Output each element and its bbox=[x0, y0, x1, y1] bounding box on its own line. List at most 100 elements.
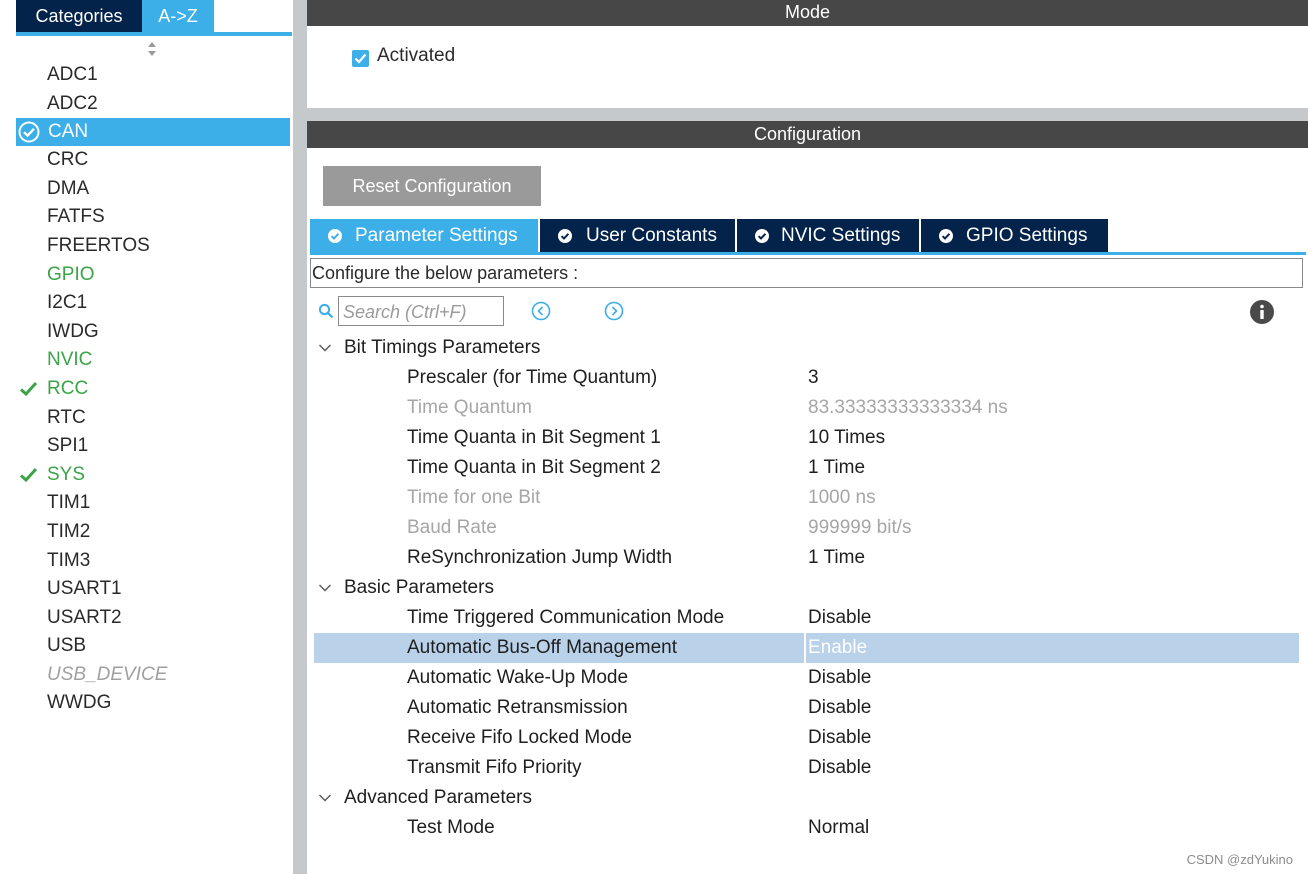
peripheral-item[interactable]: GPIO bbox=[16, 261, 290, 290]
parameter-row[interactable]: Time Quantum 83.33333333333334 ns bbox=[314, 393, 1298, 423]
check-circle-icon bbox=[328, 229, 342, 243]
tab-categories[interactable]: Categories bbox=[16, 0, 142, 32]
parameter-row[interactable]: Transmit Fifo Priority Disable bbox=[314, 753, 1298, 783]
peripheral-list: ADC1 ADC2 CAN CRC DMA FATFS FREERTOS GPIO I2C1 IW… bbox=[16, 61, 290, 718]
parameter-value[interactable]: 1 Time bbox=[808, 543, 865, 573]
chevron-down-icon[interactable] bbox=[318, 583, 332, 593]
parameter-row[interactable]: Time Quanta in Bit Segment 1 10 Times bbox=[314, 423, 1298, 453]
peripheral-label: RCC bbox=[47, 377, 89, 399]
peripheral-item[interactable]: TIM2 bbox=[16, 518, 290, 547]
peripheral-item[interactable]: DMA bbox=[16, 175, 290, 204]
peripheral-item[interactable]: IWDG bbox=[16, 318, 290, 347]
peripheral-item[interactable]: RTC bbox=[16, 404, 290, 433]
chevron-down-icon[interactable] bbox=[318, 343, 332, 353]
chevron-down-icon[interactable] bbox=[318, 793, 332, 803]
tab-parameter-settings[interactable]: Parameter Settings bbox=[310, 219, 538, 252]
left-tabs-underline bbox=[16, 32, 292, 36]
parameter-value[interactable]: 1 Time bbox=[808, 453, 865, 483]
parameter-group[interactable]: Advanced Parameters bbox=[314, 783, 1298, 813]
panel-divider[interactable] bbox=[293, 0, 307, 874]
previous-result-icon[interactable] bbox=[531, 301, 551, 321]
peripheral-panel: Categories A->Z ADC1 ADC2 CAN CRC DMA FATFS FR… bbox=[0, 0, 293, 874]
activated-label: Activated bbox=[377, 45, 456, 66]
parameter-value[interactable]: 10 Times bbox=[808, 423, 885, 453]
value-editor[interactable] bbox=[804, 633, 1299, 663]
check-icon bbox=[19, 467, 38, 482]
parameter-value[interactable]: Disable bbox=[808, 753, 871, 783]
peripheral-item[interactable]: USART2 bbox=[16, 604, 290, 633]
peripheral-item[interactable]: ADC1 bbox=[16, 61, 290, 90]
peripheral-label: USART1 bbox=[47, 578, 122, 600]
peripheral-item[interactable]: CRC bbox=[16, 146, 290, 175]
tab-label: User Constants bbox=[586, 225, 717, 246]
peripheral-item[interactable]: I2C1 bbox=[16, 289, 290, 318]
peripheral-item[interactable]: CAN bbox=[16, 118, 290, 147]
parameter-value[interactable]: Disable bbox=[808, 723, 871, 753]
next-result-icon[interactable] bbox=[604, 301, 624, 321]
mode-header: Mode bbox=[307, 0, 1308, 26]
peripheral-item[interactable]: NVIC bbox=[16, 346, 290, 375]
tab-label: Parameter Settings bbox=[355, 225, 518, 246]
parameter-value: 83.33333333333334 ns bbox=[808, 397, 1008, 418]
parameter-value[interactable]: Disable bbox=[808, 663, 871, 693]
peripheral-label: WWDG bbox=[47, 692, 112, 714]
peripheral-item[interactable]: FREERTOS bbox=[16, 232, 290, 261]
parameter-row[interactable]: Time for one Bit 1000 ns bbox=[314, 483, 1298, 513]
parameter-row[interactable]: Time Triggered Communication Mode Disable bbox=[314, 603, 1298, 633]
info-icon[interactable] bbox=[1250, 300, 1274, 324]
parameter-row[interactable]: Automatic Retransmission Disable bbox=[314, 693, 1298, 723]
peripheral-label: DMA bbox=[47, 177, 90, 199]
peripheral-item[interactable]: USB bbox=[16, 632, 290, 661]
tab-gpio-settings[interactable]: GPIO Settings bbox=[921, 219, 1108, 252]
watermark: CSDN @zdYukino bbox=[1186, 852, 1293, 867]
parameter-row[interactable]: ReSynchronization Jump Width 1 Time bbox=[314, 543, 1298, 573]
peripheral-item[interactable]: SPI1 bbox=[16, 432, 290, 461]
peripheral-item[interactable]: RCC bbox=[16, 375, 290, 404]
parameter-group[interactable]: Basic Parameters bbox=[314, 573, 1298, 603]
reset-configuration-button[interactable]: Reset Configuration bbox=[323, 166, 541, 206]
peripheral-item[interactable]: SYS bbox=[16, 461, 290, 490]
search-icon bbox=[318, 303, 334, 319]
parameter-row[interactable]: Test Mode Normal bbox=[314, 813, 1298, 843]
check-circle-icon bbox=[939, 229, 953, 243]
parameter-row[interactable]: Baud Rate 999999 bit/s bbox=[314, 513, 1298, 543]
tab-a-z[interactable]: A->Z bbox=[142, 0, 214, 32]
peripheral-item[interactable]: TIM3 bbox=[16, 547, 290, 576]
peripheral-item[interactable]: USB_DEVICE bbox=[16, 661, 290, 690]
parameter-value[interactable]: Disable bbox=[808, 693, 871, 723]
tab-user-constants[interactable]: User Constants bbox=[540, 219, 735, 252]
tab-nvic-settings[interactable]: NVIC Settings bbox=[737, 219, 919, 252]
peripheral-item[interactable]: TIM1 bbox=[16, 489, 290, 518]
peripheral-item[interactable]: WWDG bbox=[16, 689, 290, 718]
activated-checkbox[interactable] bbox=[352, 50, 369, 67]
peripheral-item[interactable]: FATFS bbox=[16, 203, 290, 232]
check-icon bbox=[19, 381, 38, 397]
parameter-value[interactable]: Normal bbox=[808, 813, 869, 843]
parameter-value: 1000 ns bbox=[808, 487, 876, 508]
section-divider bbox=[307, 108, 1308, 121]
parameter-row[interactable]: Receive Fifo Locked Mode Disable bbox=[314, 723, 1298, 753]
tab-label: NVIC Settings bbox=[781, 225, 901, 246]
checkmark-icon bbox=[354, 53, 367, 64]
parameter-value[interactable]: Enable bbox=[808, 633, 867, 663]
peripheral-label: SPI1 bbox=[47, 435, 89, 457]
peripheral-label: USB bbox=[47, 635, 87, 657]
configuration-header: Configuration bbox=[307, 121, 1308, 148]
parameter-row[interactable]: Time Quanta in Bit Segment 2 1 Time bbox=[314, 453, 1298, 483]
parameter-name: Time Triggered Communication Mode bbox=[407, 607, 725, 628]
peripheral-item[interactable]: ADC2 bbox=[16, 90, 290, 119]
parameter-row[interactable]: Automatic Wake-Up Mode Disable bbox=[314, 663, 1298, 693]
parameter-value: 999999 bit/s bbox=[808, 517, 912, 538]
peripheral-label: TIM1 bbox=[47, 492, 91, 514]
parameter-value[interactable]: Disable bbox=[808, 603, 871, 633]
search-input[interactable]: Search (Ctrl+F) bbox=[338, 296, 504, 326]
parameter-group[interactable]: Bit Timings Parameters bbox=[314, 333, 1298, 363]
peripheral-label: CRC bbox=[47, 149, 89, 171]
parameter-row[interactable]: Prescaler (for Time Quantum) 3 bbox=[314, 363, 1298, 393]
peripheral-label: GPIO bbox=[47, 263, 95, 285]
peripheral-item[interactable]: USART1 bbox=[16, 575, 290, 604]
sort-icon[interactable] bbox=[146, 40, 158, 58]
tab-label: GPIO Settings bbox=[966, 225, 1088, 246]
parameter-row[interactable]: Automatic Bus-Off Management Enable bbox=[314, 633, 1299, 663]
parameter-value[interactable]: 3 bbox=[808, 363, 819, 393]
